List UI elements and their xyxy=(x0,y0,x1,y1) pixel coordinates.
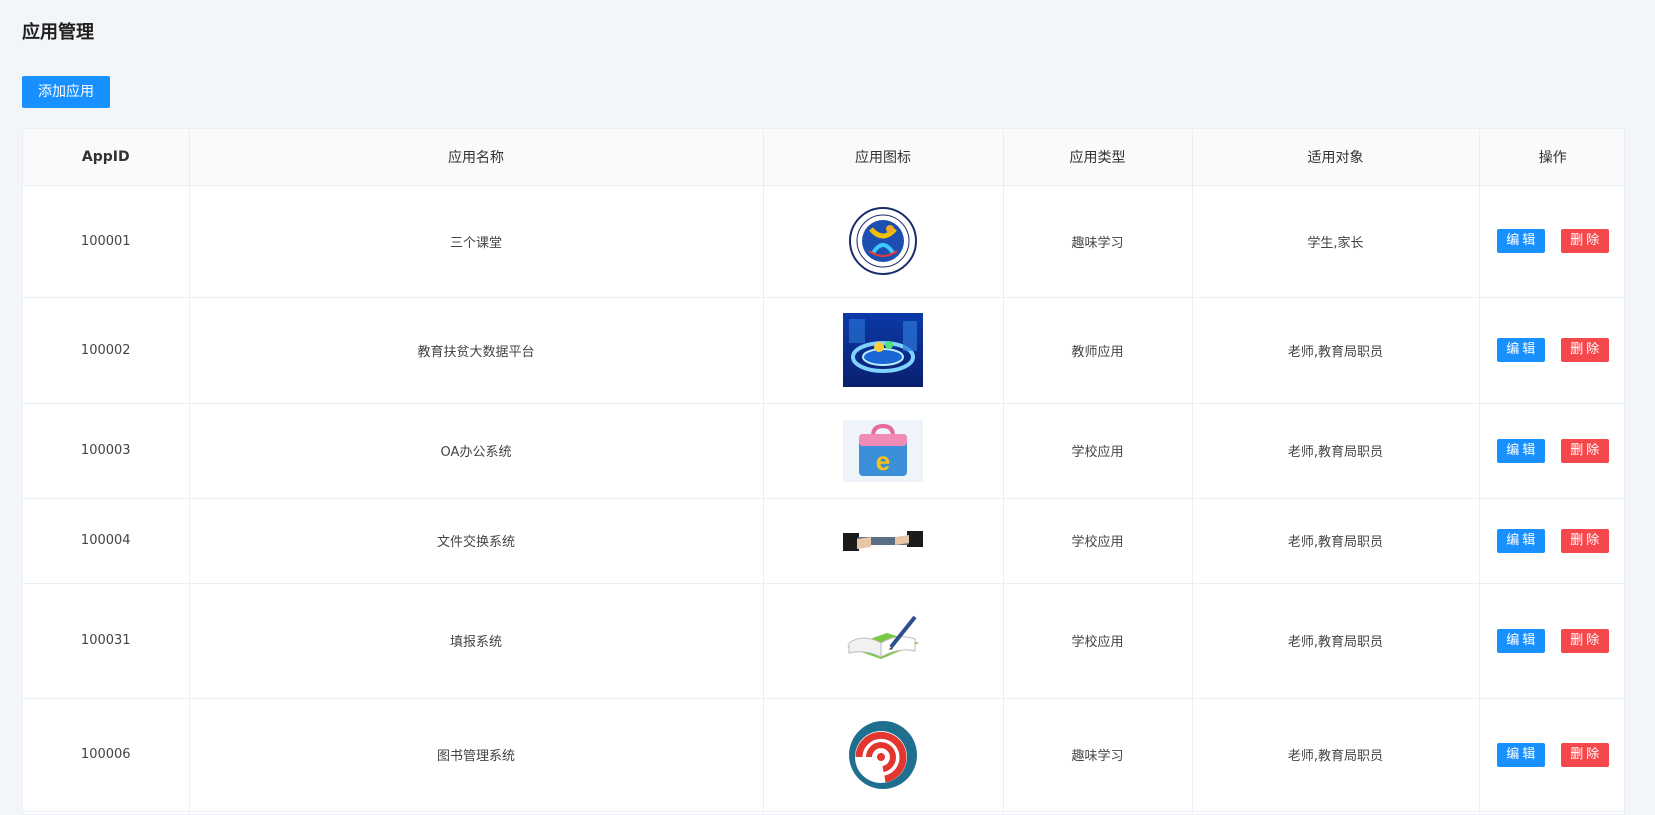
cell-app-name: 教育扶贫大数据平台 xyxy=(189,297,764,404)
edit-button[interactable]: 编辑 xyxy=(1496,229,1545,253)
table-row xyxy=(23,811,1624,814)
cell-target: 老师,教育局职员 xyxy=(1192,498,1480,584)
edit-button[interactable]: 编辑 xyxy=(1496,338,1545,362)
school-emblem-icon xyxy=(849,207,917,275)
cell-app-type: 教师应用 xyxy=(1003,297,1193,404)
cell-app-name: OA办公系统 xyxy=(189,403,764,499)
edit-button[interactable]: 编辑 xyxy=(1496,438,1545,463)
cell-appid: 100002 xyxy=(23,297,190,404)
edit-button[interactable]: 编辑 xyxy=(1496,528,1545,553)
cell-target: 老师,教育局职员 xyxy=(1192,297,1480,404)
header-target: 适用对象 xyxy=(1192,129,1480,186)
cell-appid: 100001 xyxy=(23,185,190,298)
delete-button[interactable]: 删除 xyxy=(1560,628,1609,653)
cell-target: 老师,教育局职员 xyxy=(1192,698,1480,812)
page-title: 应用管理 xyxy=(22,22,94,43)
svg-text:e: e xyxy=(876,446,890,476)
cell-appid: 100006 xyxy=(23,698,190,812)
header-app-type: 应用类型 xyxy=(1003,129,1193,186)
cell-appid: 100003 xyxy=(23,403,190,499)
apps-table: AppID 应用名称 应用图标 应用类型 适用对象 操作 100001 三个课堂 xyxy=(22,128,1625,815)
cell-app-name: 填报系统 xyxy=(189,583,764,699)
cell-target: 老师,教育局职员 xyxy=(1192,583,1480,699)
notebook-pen-icon xyxy=(847,615,919,659)
delete-button[interactable]: 删除 xyxy=(1560,742,1609,767)
delete-button[interactable]: 删除 xyxy=(1560,229,1609,253)
table-row: 100001 三个课堂 趣味学习 学生,家长 编辑 删除 xyxy=(23,185,1624,298)
cell-app-type: 趣味学习 xyxy=(1003,185,1193,298)
table-row: 100031 填报系统 学校应用 老师,教育局职员 编辑 删除 xyxy=(23,583,1624,699)
table-row: 100004 文件交换系统 学校应用 老师,教育局职员 编辑 删除 xyxy=(23,498,1624,584)
office-bag-icon: e xyxy=(843,419,923,482)
header-app-name: 应用名称 xyxy=(189,129,764,186)
cell-appid: 100031 xyxy=(23,583,190,699)
swirl-logo-icon xyxy=(849,720,917,789)
cell-app-type: 学校应用 xyxy=(1003,583,1193,699)
cell-app-name: 三个课堂 xyxy=(189,185,764,298)
file-exchange-icon xyxy=(843,530,923,551)
cell-app-type: 学校应用 xyxy=(1003,403,1193,499)
delete-button[interactable]: 删除 xyxy=(1560,528,1609,553)
table-header-row: AppID 应用名称 应用图标 应用类型 适用对象 操作 xyxy=(23,129,1624,186)
app-management-page: 应用管理 添加应用 AppID 应用名称 应用图标 应用类型 适用对象 操作 1… xyxy=(0,0,1655,815)
data-platform-icon xyxy=(843,313,923,387)
cell-appid: 100004 xyxy=(23,498,190,584)
delete-button[interactable]: 删除 xyxy=(1560,438,1609,463)
edit-button[interactable]: 编辑 xyxy=(1496,742,1545,767)
delete-button[interactable]: 删除 xyxy=(1560,338,1609,362)
add-app-button[interactable]: 添加应用 xyxy=(22,76,110,108)
table-row: 100006 图书管理系统 趣味学习 老师,教育局职员 编辑 删除 xyxy=(23,698,1624,812)
cell-app-type: 趣味学习 xyxy=(1003,698,1193,812)
cell-target: 老师,教育局职员 xyxy=(1192,403,1480,499)
cell-app-type: 学校应用 xyxy=(1003,498,1193,584)
cell-app-name: 文件交换系统 xyxy=(189,498,764,584)
table-row: 100002 教育扶贫大数据平台 教师应用 老师,教育局职员 编辑 删除 xyxy=(23,297,1624,404)
header-app-icon: 应用图标 xyxy=(763,129,1004,186)
edit-button[interactable]: 编辑 xyxy=(1496,628,1545,653)
header-appid: AppID xyxy=(23,129,190,186)
cell-target: 学生,家长 xyxy=(1192,185,1480,298)
table-row: 100003 OA办公系统 e 学校应用 老师,教育局职员 编辑 删除 xyxy=(23,403,1624,499)
header-actions: 操作 xyxy=(1479,129,1624,186)
cell-app-name: 图书管理系统 xyxy=(189,698,764,812)
